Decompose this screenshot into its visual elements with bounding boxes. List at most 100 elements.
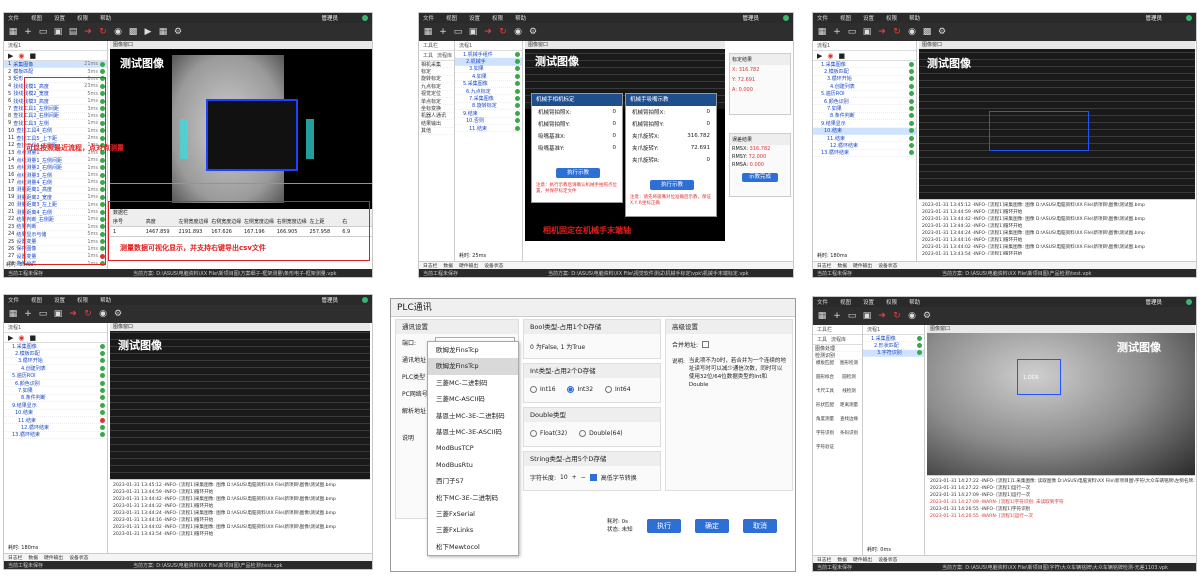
add-icon[interactable]: +: [438, 27, 448, 37]
menu-view[interactable]: 视图: [446, 14, 457, 22]
tab-data[interactable]: 数据: [837, 556, 847, 563]
image-viewer[interactable]: 图像窗口 1.OCR 测试图像: [927, 325, 1195, 475]
save-as-icon[interactable]: ▤: [68, 27, 78, 37]
image-icon[interactable]: ▩: [128, 27, 138, 37]
save-icon[interactable]: ▣: [468, 27, 478, 37]
tool-item[interactable]: 字符验证: [813, 444, 837, 458]
settings-icon[interactable]: ⚙: [922, 311, 932, 321]
tab-log[interactable]: 日志栏: [817, 556, 831, 563]
teach-button[interactable]: 执行示教: [556, 168, 600, 178]
open-icon[interactable]: ▭: [847, 311, 857, 321]
menu-settings[interactable]: 设置: [469, 14, 480, 22]
stop-icon[interactable]: ■: [30, 334, 37, 342]
open-icon[interactable]: ▭: [38, 309, 48, 319]
layout-icon[interactable]: ▦: [158, 27, 168, 37]
menu-help[interactable]: 帮助: [100, 296, 111, 304]
run-once-icon[interactable]: ▶: [817, 52, 822, 60]
run-icon[interactable]: ➜: [68, 309, 78, 319]
tab-data[interactable]: 数据: [443, 262, 453, 269]
menu-file[interactable]: 文件: [817, 298, 828, 306]
int32-radio[interactable]: Int32: [567, 386, 593, 393]
int64-radio[interactable]: Int64: [604, 386, 631, 393]
menu-permission[interactable]: 权限: [886, 298, 897, 306]
flow-step[interactable]: 11.结束: [4, 417, 107, 425]
menu-help[interactable]: 帮助: [909, 298, 920, 306]
grid-icon[interactable]: ▦: [8, 309, 18, 319]
flow-step[interactable]: 3.如果: [455, 66, 522, 74]
tool-item[interactable]: 模板匹配: [813, 360, 837, 374]
field-value[interactable]: 0: [613, 121, 617, 127]
settings-icon[interactable]: ⚙: [937, 27, 947, 37]
camera-icon[interactable]: ◉: [113, 27, 123, 37]
field-value[interactable]: 316.782: [687, 133, 710, 139]
run-once-icon[interactable]: ▶: [8, 334, 13, 342]
tab-hw-output[interactable]: 硬件输出: [853, 556, 872, 563]
field-value[interactable]: 0: [707, 157, 711, 163]
dialog-field[interactable]: 夹爪旋转R: 0: [626, 154, 716, 166]
image-viewer[interactable]: 图像窗口 测试图像: [110, 41, 372, 209]
open-icon[interactable]: ▭: [38, 27, 48, 37]
flow-tab[interactable]: 流程1: [813, 41, 916, 51]
string-len-value[interactable]: 10: [560, 474, 568, 481]
merge-checkbox[interactable]: [702, 341, 710, 348]
tool-item[interactable]: 角度测量: [813, 416, 837, 430]
save-icon[interactable]: ▣: [862, 27, 872, 37]
stop-icon[interactable]: ■: [839, 52, 846, 60]
menu-permission[interactable]: 权限: [492, 14, 503, 22]
tab-library[interactable]: 流程库: [437, 52, 452, 59]
camera-icon[interactable]: ◉: [98, 309, 108, 319]
tool-item[interactable]: 查找边缘: [837, 416, 861, 430]
loop-icon[interactable]: ↻: [892, 311, 902, 321]
dialog-field[interactable]: 机械臂拍照X: 0: [532, 106, 622, 118]
dialog-field[interactable]: 吸嘴基准X: 0: [532, 130, 622, 142]
field-value[interactable]: 0: [707, 121, 711, 127]
menu-file[interactable]: 文件: [8, 296, 19, 304]
flow-step[interactable]: 11.结束: [813, 135, 916, 143]
image-viewer[interactable]: 图像窗口 测试图像: [110, 323, 370, 479]
record-icon[interactable]: ◉: [18, 334, 24, 342]
menu-permission[interactable]: 权限: [77, 14, 88, 22]
field-value[interactable]: 0: [707, 109, 711, 115]
field-value[interactable]: 72.691: [691, 145, 710, 151]
settings-icon[interactable]: ⚙: [113, 309, 123, 319]
add-icon[interactable]: +: [832, 311, 842, 321]
flow-step[interactable]: 3.循环开始: [4, 358, 107, 366]
run-icon[interactable]: ➜: [877, 311, 887, 321]
menu-file[interactable]: 文件: [8, 14, 19, 22]
tool-group[interactable]: 其他: [419, 128, 454, 135]
save-icon[interactable]: ▣: [53, 27, 63, 37]
field-value[interactable]: 0: [613, 133, 617, 139]
tab-tools[interactable]: 工具: [423, 52, 433, 59]
flow-step[interactable]: 10.否则: [455, 118, 522, 125]
camera-icon[interactable]: ◉: [513, 27, 523, 37]
flow-step[interactable]: 3.字符识别: [863, 349, 924, 358]
grid-icon[interactable]: ▦: [8, 27, 18, 37]
menu-settings[interactable]: 设置: [863, 14, 874, 22]
field-value[interactable]: 0: [613, 145, 617, 151]
finish-button[interactable]: 示教完成: [742, 173, 778, 182]
tool-item[interactable]: 距离测量: [837, 402, 861, 416]
tab-tools[interactable]: 工具: [817, 336, 827, 343]
dropdown-option[interactable]: ModBusTCP: [428, 440, 518, 456]
tool-item[interactable]: 圆检测: [837, 374, 861, 388]
plc-type-dropdown[interactable]: 欧姆龙FinsTcp 欧姆龙FinsTcp 三菱MC-二进制码 三菱MC-ASCII码…: [427, 341, 519, 557]
menu-settings[interactable]: 设置: [54, 296, 65, 304]
record-icon[interactable]: ◉: [827, 52, 833, 60]
field-value[interactable]: 0: [613, 109, 617, 115]
dialog-field[interactable]: 夹爪旋转Y: 72.691: [626, 142, 716, 154]
flow-tab[interactable]: 流程1: [863, 325, 924, 335]
tab-device-status[interactable]: 设备状态: [69, 554, 88, 561]
dialog-field[interactable]: 机械臂拍照Y: 0: [532, 118, 622, 130]
tab-hw-output[interactable]: 硬件输出: [44, 554, 63, 561]
tool-item[interactable]: 形状匹配: [813, 402, 837, 416]
video-icon[interactable]: ▶: [143, 27, 153, 37]
teach-button[interactable]: 执行示教: [650, 180, 694, 190]
menu-file[interactable]: 文件: [817, 14, 828, 22]
ok-button[interactable]: 确定: [695, 519, 729, 533]
tab-log[interactable]: 日志栏: [8, 554, 22, 561]
save-icon[interactable]: ▣: [53, 309, 63, 319]
flow-tab[interactable]: 流程1: [4, 41, 107, 51]
loop-icon[interactable]: ↻: [83, 309, 93, 319]
plus-icon[interactable]: +: [572, 474, 577, 481]
grid-icon[interactable]: ▦: [817, 27, 827, 37]
